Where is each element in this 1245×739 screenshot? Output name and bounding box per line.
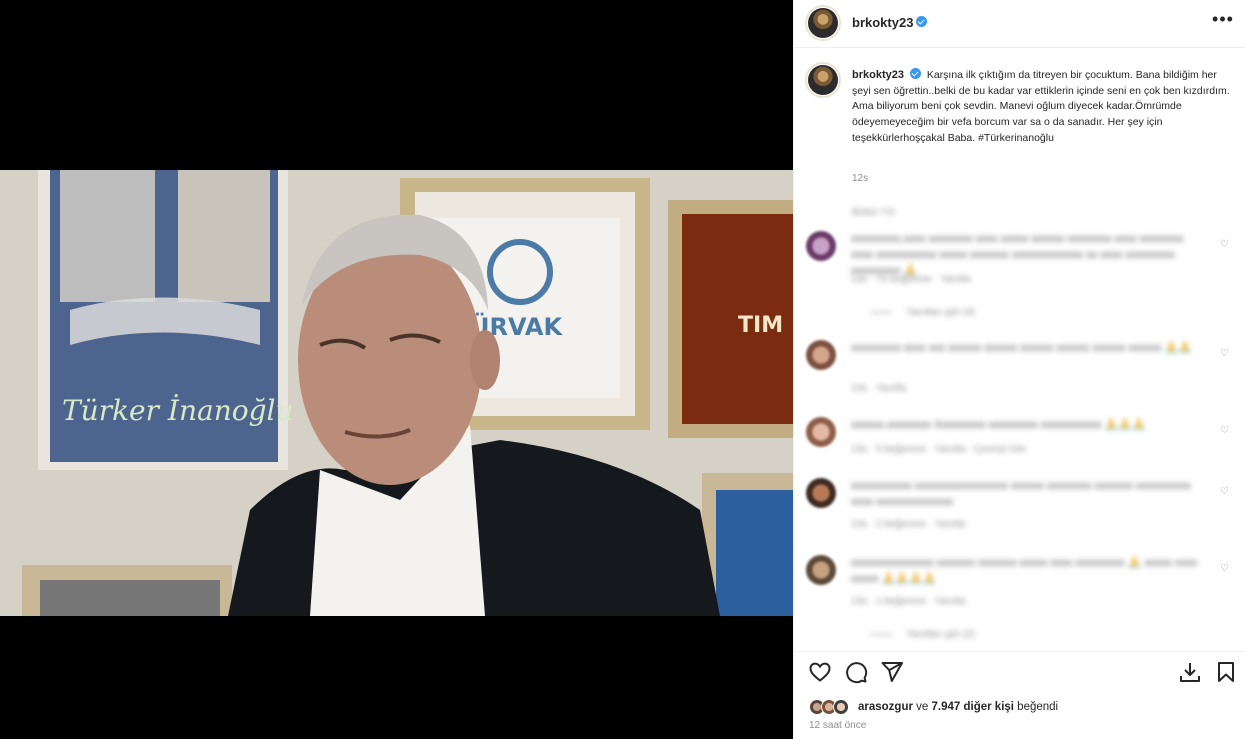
download-icon[interactable] [1178,660,1202,684]
share-send-icon[interactable] [880,660,904,684]
photo-illustration: Türker İnanoğlu ÜRVAK TIM [0,170,793,616]
man-ear [470,330,500,390]
caption-timestamp: 12s [852,173,869,184]
comment-text: xxxxxx.xxxxxxxx Xxxxxxxxx xxxxxxxxx xxxx… [851,419,1146,431]
view-replies[interactable]: Yanıtları gör (2) [870,629,975,640]
verified-badge-icon [916,16,927,27]
post-media: Türker İnanoğlu ÜRVAK TIM [0,0,793,739]
post-photo[interactable]: Türker İnanoğlu ÜRVAK TIM [0,170,793,616]
likes-suffix: beğendi [1013,701,1059,713]
save-bookmark-icon[interactable] [1214,660,1238,684]
comment-like-icon[interactable]: ♡ [1220,563,1229,574]
header-avatar[interactable] [808,8,838,38]
comment-text: xxxxxxxxxxxxxxx xxxxxxx xxxxxxx xxxxx xx… [851,557,1198,585]
poster-title: Türker İnanoğlu [62,394,294,427]
header-divider [794,47,1245,48]
comment-meta: 13s · 2 beğenme · Yanıtla [851,519,966,530]
header-username[interactable]: brkokty23 [852,15,913,30]
comments-header: Bütün Yılı [852,207,896,218]
caption-verified-badge-icon [909,68,921,79]
comment-avatar[interactable] [806,417,836,447]
comment-item: xxxxxx.xxxxxxxx Xxxxxxxxx xxxxxxxxx xxxx… [806,417,1236,462]
post-side-panel: brkokty23 ••• brkokty23 Karşına ilk çıkt… [793,0,1245,739]
comment-meta: 13s · 5 beğenme · Yanıtla · Çeviriyi Gör [851,444,1027,455]
caption-text: Karşına ilk çıktığım da titreyen bir çoc… [852,69,1230,144]
comment-like-icon[interactable]: ♡ [1220,239,1229,250]
award-text: TIM [738,313,783,338]
comment-avatar[interactable] [806,231,836,261]
like-heart-icon[interactable] [808,660,832,684]
likes-text: arasozgur ve 7.947 diğer kişi beğendi [858,701,1058,713]
actions-divider [794,651,1245,652]
lower-frame-photo [40,580,220,616]
likes-count[interactable]: 7.947 diğer kişi [932,701,1014,713]
comment-avatar[interactable] [806,555,836,585]
comment-text: xxxxxxxxxxx xxxxxxxxxxxxxxxxx xxxxxx xxx… [851,480,1191,508]
poster-photo-left [60,170,155,302]
comment-meta: 13s · 1 beğenme · Yanıtla [851,596,966,607]
comment-bubble-icon[interactable] [844,660,868,684]
comment-meta: 13s · Yanıtla [851,383,907,394]
poster-photo-right [178,170,270,302]
comment-avatar[interactable] [806,478,836,508]
more-options-icon[interactable]: ••• [1212,10,1234,32]
comment-meta: 13s · 76 beğenme · Yanıtla [851,274,971,285]
comment-item: xxxxxxxxx.xxxx xxxxxxxx xxxx xxxxx xxxxx… [806,231,1236,321]
caption-avatar[interactable] [808,65,838,95]
comment-item: xxxxxxxxx xxxx xxx xxxxxx xxxxxx xxxxxx … [806,340,1236,400]
view-replies[interactable]: Yanıtları gör (4) [870,307,975,318]
comment-like-icon[interactable]: ♡ [1220,348,1229,359]
liker-avatar [833,699,849,715]
caption-username[interactable]: brkokty23 [852,69,904,81]
comment-like-icon[interactable]: ♡ [1220,486,1229,497]
comment-item: xxxxxxxxxxx xxxxxxxxxxxxxxxxx xxxxxx xxx… [806,478,1236,533]
comment-avatar[interactable] [806,340,836,370]
comment-like-icon[interactable]: ♡ [1220,425,1229,436]
caption: brkokty23 Karşına ilk çıktığım da titrey… [852,67,1232,147]
post-timestamp: 12 saat önce [809,720,867,731]
comment-text: xxxxxxxxx xxxx xxx xxxxxx xxxxxx xxxxxx … [851,342,1192,354]
liker-username[interactable]: arasozgur [858,701,913,713]
comment-item: xxxxxxxxxxxxxxx xxxxxxx xxxxxxx xxxxx xx… [806,555,1236,645]
comment-text: xxxxxxxxx.xxxx xxxxxxxx xxxx xxxxx xxxxx… [851,233,1184,277]
likes-connector: ve [912,701,932,713]
lower-right-photo [716,490,793,616]
